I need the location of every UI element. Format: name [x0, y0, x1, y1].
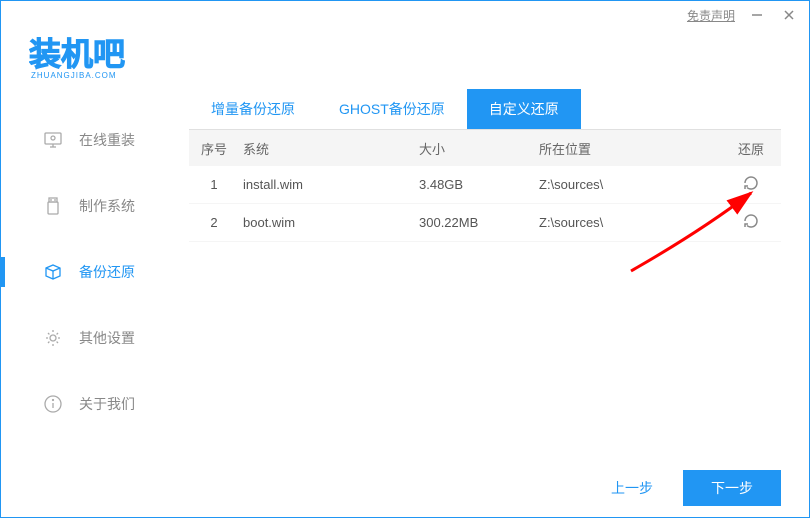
titlebar: 免责声明: [1, 1, 809, 29]
tabs: 增量备份还原 GHOST备份还原 自定义还原: [189, 89, 781, 130]
header-size: 大小: [419, 139, 539, 158]
svg-text:ZHUANGJIBA.COM: ZHUANGJIBA.COM: [31, 71, 117, 80]
cell-restore: [721, 174, 781, 195]
sidebar-item-label: 其他设置: [79, 328, 135, 348]
sidebar-item-label: 备份还原: [79, 262, 135, 282]
header-system: 系统: [239, 139, 419, 158]
sidebar-item-label: 制作系统: [79, 196, 135, 216]
cell-location: Z:\sources\: [539, 177, 721, 192]
footer: 上一步 下一步: [1, 459, 809, 517]
header-location: 所在位置: [539, 139, 721, 158]
cell-size: 3.48GB: [419, 177, 539, 192]
sidebar-item-backup-restore[interactable]: 备份还原: [1, 239, 181, 305]
monitor-icon: [43, 130, 63, 150]
header-index: 序号: [189, 139, 239, 158]
disclaimer-link[interactable]: 免责声明: [687, 7, 735, 24]
main-content: 增量备份还原 GHOST备份还原 自定义还原 序号 系统 大小 所在位置 还原 …: [181, 89, 809, 459]
box-icon: [43, 262, 63, 282]
sidebar: 在线重装 制作系统 备份还原 其他设置: [1, 89, 181, 459]
svg-text:装机吧: 装机吧: [29, 36, 125, 72]
cell-index: 1: [189, 177, 239, 192]
header: 装机吧 ZHUANGJIBA.COM: [1, 29, 809, 89]
logo: 装机吧 ZHUANGJIBA.COM: [29, 33, 179, 86]
sidebar-item-other-settings[interactable]: 其他设置: [1, 305, 181, 371]
restore-icon[interactable]: [742, 174, 760, 192]
cell-location: Z:\sources\: [539, 215, 721, 230]
tab-custom[interactable]: 自定义还原: [467, 89, 581, 129]
sidebar-item-label: 在线重装: [79, 130, 135, 150]
app-window: 免责声明 装机吧 ZHUANGJIBA.COM 在线重装: [0, 0, 810, 518]
cell-system: boot.wim: [239, 215, 419, 230]
minimize-button[interactable]: [747, 5, 767, 25]
table: 序号 系统 大小 所在位置 还原 1 install.wim 3.48GB Z:…: [189, 130, 781, 459]
cell-index: 2: [189, 215, 239, 230]
cell-system: install.wim: [239, 177, 419, 192]
sidebar-item-label: 关于我们: [79, 394, 135, 414]
prev-button[interactable]: 上一步: [599, 470, 665, 506]
gear-icon: [43, 328, 63, 348]
table-row: 1 install.wim 3.48GB Z:\sources\: [189, 166, 781, 204]
next-button[interactable]: 下一步: [683, 470, 781, 506]
close-button[interactable]: [779, 5, 799, 25]
table-row: 2 boot.wim 300.22MB Z:\sources\: [189, 204, 781, 242]
sidebar-item-about[interactable]: 关于我们: [1, 371, 181, 437]
sidebar-item-make-system[interactable]: 制作系统: [1, 173, 181, 239]
cell-restore: [721, 212, 781, 233]
table-header: 序号 系统 大小 所在位置 还原: [189, 130, 781, 166]
sidebar-item-reinstall[interactable]: 在线重装: [1, 107, 181, 173]
cell-size: 300.22MB: [419, 215, 539, 230]
usb-icon: [43, 196, 63, 216]
header-restore: 还原: [721, 139, 781, 158]
tab-incremental[interactable]: 增量备份还原: [189, 89, 317, 129]
body: 在线重装 制作系统 备份还原 其他设置: [1, 89, 809, 459]
tab-ghost[interactable]: GHOST备份还原: [317, 89, 467, 129]
info-icon: [43, 394, 63, 414]
restore-icon[interactable]: [742, 212, 760, 230]
